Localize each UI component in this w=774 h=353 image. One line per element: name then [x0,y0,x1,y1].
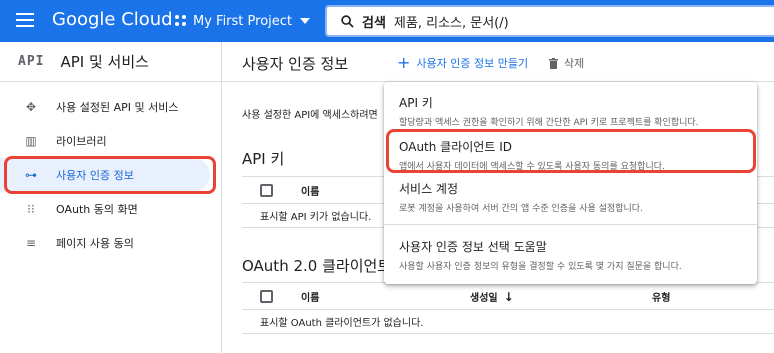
menu-item-title: API 키 [399,96,433,110]
column-creation-date[interactable]: 생성일 ↓ [470,289,514,304]
column-name: 이름 [301,292,320,304]
delete-button[interactable]: 삭제 [549,55,584,71]
trash-icon [549,57,558,69]
sort-down-arrow-icon: ↓ [503,289,514,304]
sidebar-item-label: OAuth 동의 화면 [56,203,138,216]
highlight-box-sidebar [4,156,216,194]
search-placeholder: 제품, 리소스, 문서(/) [393,15,509,31]
library-icon: ▥ [25,134,37,148]
menu-item-api-key[interactable]: API 키 할당량과 액세스 권한을 확인하기 위해 간단한 API 키로 프로… [384,94,757,128]
search-keyword: 검색 [362,15,386,31]
menu-item-title: 사용자 인증 정보 선택 도움말 [399,240,547,254]
consent-icon: ⁝⁝ [27,202,35,216]
description-text: 사용 설정한 API에 액세스하려면 [242,110,378,121]
agreement-icon: ≡ [25,236,37,250]
oauth-heading: OAuth 2.0 클라이언트 [242,257,392,275]
create-credentials-button[interactable]: + 사용자 인증 정보 만들기 [397,55,528,71]
sidebar-item-library[interactable]: ▥ 라이브러리 [0,124,222,158]
sidebar-item-oauth-consent[interactable]: ⁝⁝ OAuth 동의 화면 [0,192,222,226]
menu-item-service-account[interactable]: 서비스 계정 로봇 계정을 사용하여 서버 간의 앱 수준 인증을 사용 설정합… [384,180,757,214]
main-header: 사용자 인증 정보 + 사용자 인증 정보 만들기 삭제 [222,42,774,82]
api-icon: API [18,54,45,69]
column-type: 유형 [652,292,671,304]
menu-icon[interactable] [16,13,34,27]
create-credentials-menu: API 키 할당량과 액세스 권한을 확인하기 위해 간단한 API 키로 프로… [384,82,757,284]
column-name: 이름 [301,186,320,198]
api-keys-heading: API 키 [242,150,285,168]
menu-item-title: 서비스 계정 [399,182,459,196]
sidebar-item-label: 페이지 사용 동의 [56,237,134,250]
menu-item-help-me-choose[interactable]: 사용자 인증 정보 선택 도움말 사용할 사용자 인증 정보의 유형을 결정할 … [384,238,757,272]
sidebar-header: API API 및 서비스 [0,42,221,82]
create-credentials-label: 사용자 인증 정보 만들기 [416,57,529,70]
delete-label: 삭제 [564,57,585,70]
menu-item-subtitle: 로봇 계정을 사용하여 서버 간의 앱 수준 인증을 사용 설정합니다. [399,204,643,214]
sidebar-title: API 및 서비스 [60,53,149,71]
enabled-apis-icon: ✥ [25,100,37,114]
google-cloud-logo[interactable]: Google Cloud [52,9,173,30]
top-bar: Google Cloud My First Project 검색 제품, 리소스… [0,0,774,42]
sidebar-item-label: 사용 설정된 API 및 서비스 [56,101,179,114]
project-name: My First Project [193,13,293,29]
column-creation-date-label: 생성일 [470,292,498,304]
sidebar-item-label: 라이브러리 [56,135,107,148]
highlight-box-menu [386,129,756,173]
menu-divider [384,224,757,225]
menu-item-subtitle: 사용할 사용자 인증 정보의 유형을 결정할 수 있도록 몇 가지 질문을 합니… [399,262,682,272]
plus-icon: + [397,53,411,72]
search-icon [341,14,354,28]
sidebar-item-page-agreement[interactable]: ≡ 페이지 사용 동의 [0,226,222,260]
search-input[interactable]: 검색 제품, 리소스, 문서(/) [325,5,774,37]
select-all-checkbox[interactable] [260,289,273,303]
select-all-checkbox[interactable] [260,183,273,197]
oauth-table-header: 이름 생성일 ↓ 유형 [242,282,774,310]
oauth-empty-message: 표시할 OAuth 클라이언트가 없습니다. [242,310,774,334]
chevron-down-icon [300,18,311,24]
page-title: 사용자 인증 정보 [242,55,349,73]
menu-item-subtitle: 할당량과 액세스 권한을 확인하기 위해 간단한 API 키로 프로젝트를 확인… [399,118,699,128]
sidebar-item-enabled-apis[interactable]: ✥ 사용 설정된 API 및 서비스 [0,90,222,124]
project-icon [175,15,187,27]
project-selector[interactable]: My First Project [175,10,311,32]
